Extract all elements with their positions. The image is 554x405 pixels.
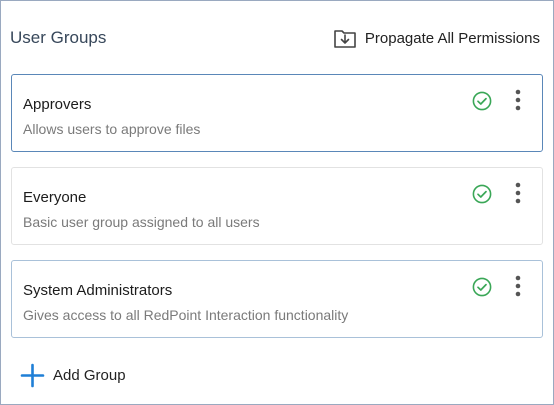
group-name: Approvers bbox=[23, 96, 92, 113]
more-options-icon[interactable] bbox=[512, 88, 524, 112]
check-circle-icon bbox=[472, 91, 492, 111]
panel-header: User Groups Propagate All Permissions bbox=[10, 23, 540, 53]
check-circle-icon bbox=[472, 277, 492, 297]
folder-download-icon bbox=[333, 26, 357, 50]
propagate-permissions-button[interactable]: Propagate All Permissions bbox=[333, 23, 540, 53]
group-description: Gives access to all RedPoint Interaction… bbox=[23, 307, 349, 323]
group-name: Everyone bbox=[23, 189, 87, 206]
group-description: Basic user group assigned to all users bbox=[23, 214, 260, 230]
propagate-label: Propagate All Permissions bbox=[364, 29, 540, 47]
add-group-label: Add Group bbox=[53, 367, 126, 384]
group-name: System Administrators bbox=[23, 282, 173, 299]
more-options-icon[interactable] bbox=[512, 181, 524, 205]
group-card-everyone[interactable]: Everyone Basic user group assigned to al… bbox=[11, 167, 543, 245]
check-circle-icon bbox=[472, 184, 492, 204]
user-groups-panel: User Groups Propagate All Permissions Ap… bbox=[0, 0, 554, 405]
more-options-icon[interactable] bbox=[512, 274, 524, 298]
group-card-approvers[interactable]: Approvers Allows users to approve files bbox=[11, 74, 543, 152]
group-description: Allows users to approve files bbox=[23, 121, 201, 137]
page-title: User Groups bbox=[10, 28, 107, 47]
group-card-system-administrators[interactable]: System Administrators Gives access to al… bbox=[11, 260, 543, 338]
add-group-button[interactable]: Add Group bbox=[20, 363, 126, 388]
plus-icon bbox=[20, 363, 45, 388]
